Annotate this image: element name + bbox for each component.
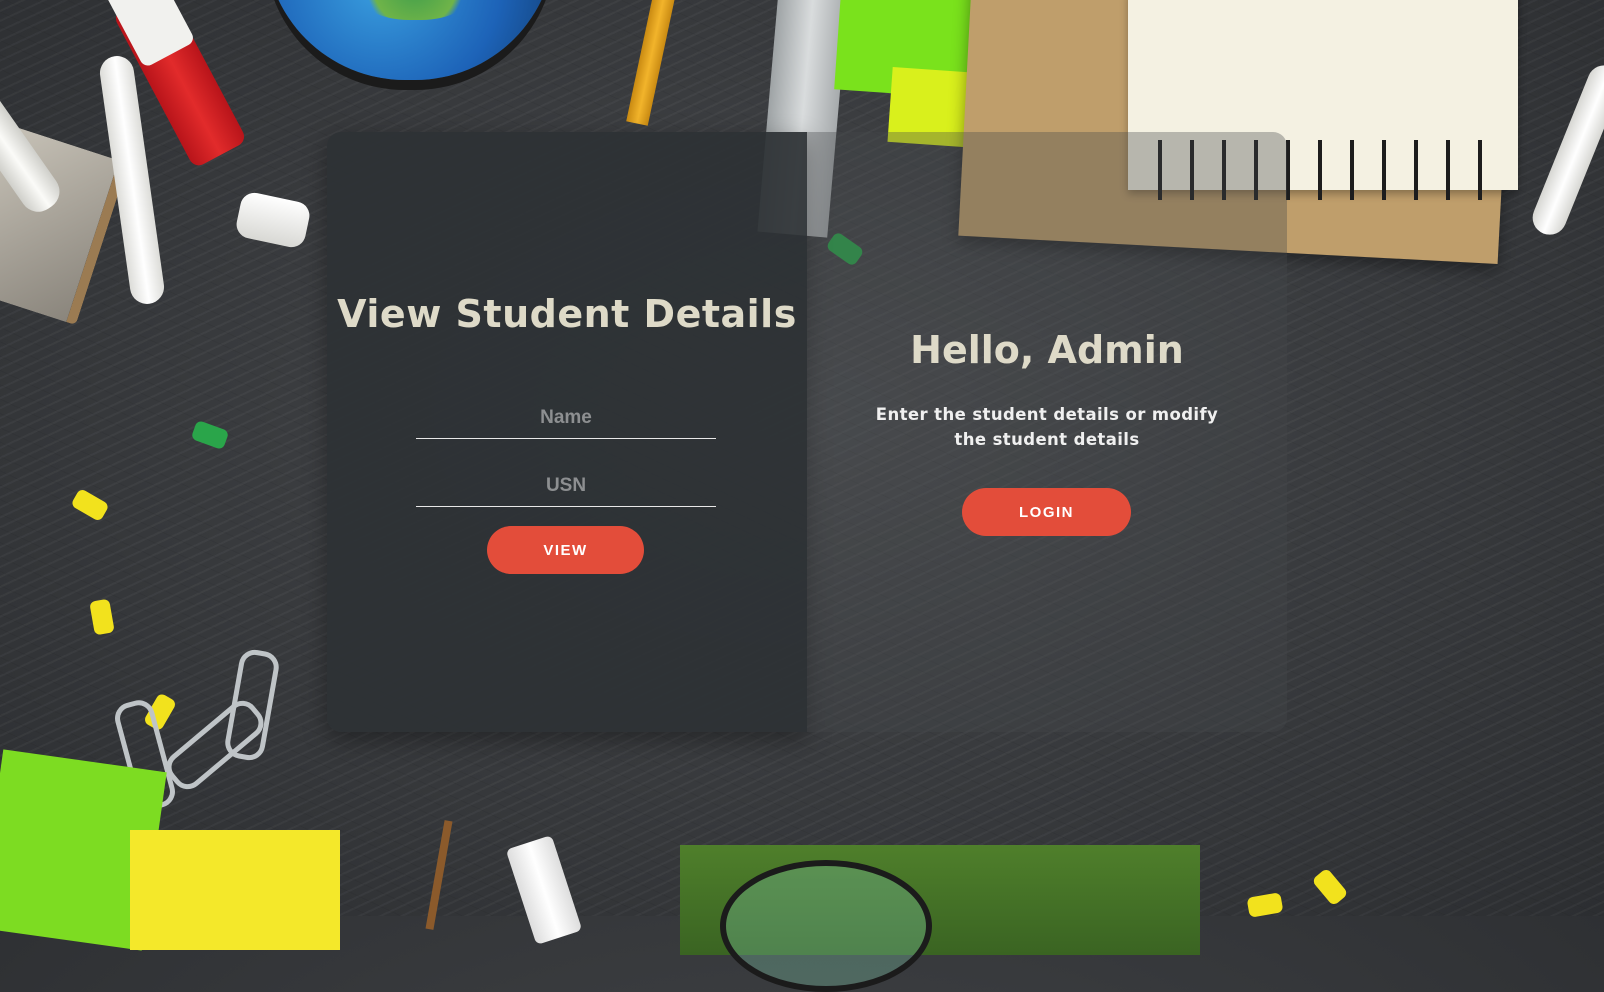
glasses-decoration (720, 860, 932, 992)
view-student-panel: View Student Details VIEW (327, 132, 807, 732)
login-button[interactable]: LOGIN (962, 488, 1131, 536)
login-card: View Student Details VIEW Hello, Admin E… (327, 132, 1287, 732)
view-student-title: View Student Details (337, 292, 797, 336)
admin-greeting: Hello, Admin (910, 328, 1184, 372)
name-input[interactable] (416, 398, 716, 439)
admin-panel: Hello, Admin Enter the student details o… (807, 132, 1287, 732)
view-button[interactable]: VIEW (487, 526, 644, 574)
sticky-note-decoration (130, 830, 340, 950)
admin-message: Enter the student details or modify the … (875, 405, 1219, 449)
usn-input[interactable] (416, 466, 716, 507)
